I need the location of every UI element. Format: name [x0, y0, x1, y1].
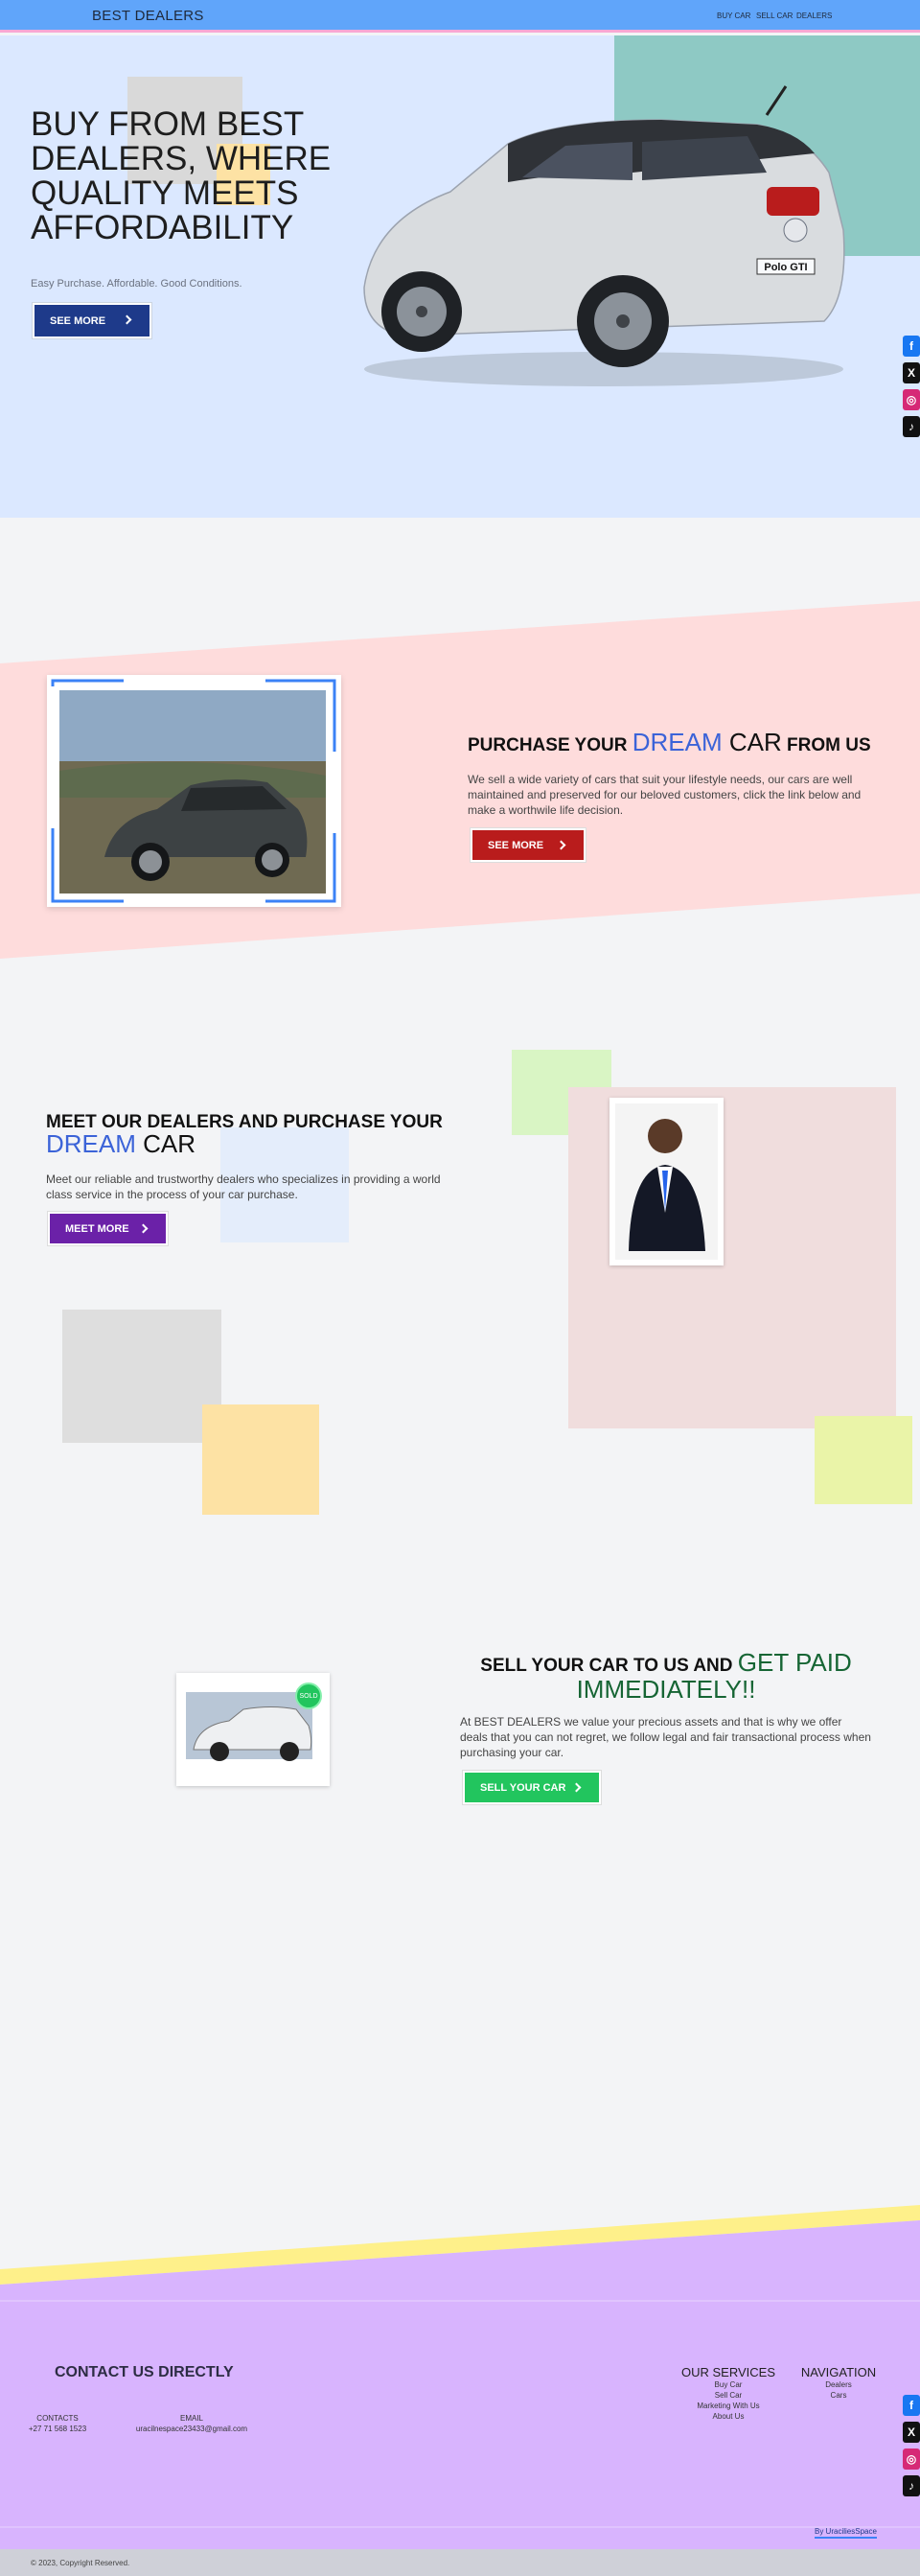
email-address[interactable]: uracilnespace23433@gmail.com	[134, 2425, 249, 2433]
brand-logo[interactable]: BEST DEALERS	[92, 8, 204, 24]
footer-link-cars[interactable]: Cars	[795, 2391, 882, 2400]
tiktok-icon[interactable]: ♪	[903, 2475, 920, 2496]
dealers-title: MEET OUR DEALERS AND PURCHASE YOUR DREAM…	[46, 1112, 443, 1158]
footer-link-buy-car[interactable]: Buy Car	[671, 2380, 786, 2389]
license-plate: Polo GTI	[764, 262, 807, 273]
decor-gray-square	[62, 1310, 221, 1443]
contacts-label: CONTACTS	[36, 2414, 79, 2423]
meet-more-label: MEET MORE	[65, 1222, 129, 1235]
purchase-image-card	[47, 675, 341, 907]
sell-image-card: SOLD	[176, 1673, 330, 1786]
nav-dealers[interactable]: DEALERS	[796, 12, 832, 20]
facebook-icon[interactable]: f	[903, 2395, 920, 2416]
navigation-title: NAVIGATION	[800, 2365, 877, 2379]
footer-link-marketing[interactable]: Marketing With Us	[671, 2402, 786, 2410]
footer-link-dealers[interactable]: Dealers	[795, 2380, 882, 2389]
decor-lime-square	[815, 1416, 912, 1504]
tiktok-icon[interactable]: ♪	[903, 416, 920, 437]
dealer-photo-card	[610, 1098, 724, 1265]
hero-car-image: Polo GTI	[363, 85, 845, 386]
chevron-right-icon	[122, 314, 132, 325]
meet-more-button[interactable]: MEET MORE	[50, 1214, 166, 1243]
contact-title: CONTACT US DIRECTLY	[55, 2364, 234, 2380]
chevron-right-icon	[571, 1782, 582, 1793]
sell-title: SELL YOUR CAR TO US AND GET PAID IMMEDIA…	[480, 1648, 852, 1704]
copyright-text: © 2023, Copyright Reserved.	[31, 2559, 130, 2567]
hero-subtitle: Easy Purchase. Affordable. Good Conditio…	[31, 278, 242, 290]
chevron-right-icon	[556, 840, 566, 850]
services-title: OUR SERVICES	[680, 2365, 775, 2379]
purchase-see-more-label: SEE MORE	[488, 839, 544, 851]
nav-buy-car[interactable]: BUY CAR	[717, 12, 750, 20]
hero-title: BUY FROM BEST DEALERS, WHERE QUALITY MEE…	[31, 105, 332, 246]
footer-link-sell-car[interactable]: Sell Car	[671, 2391, 786, 2400]
chevron-right-icon	[138, 1223, 149, 1234]
nav-sell-car[interactable]: SELL CAR	[756, 12, 793, 20]
credit-link[interactable]: By UraciliesSpace	[815, 2527, 877, 2539]
contacts-phone[interactable]: +27 71 568 1523	[19, 2425, 96, 2433]
sell-your-car-button[interactable]: SELL YOUR CAR	[465, 1773, 599, 1802]
sell-description: At BEST DEALERS we value your precious a…	[460, 1715, 871, 1759]
x-icon[interactable]: X	[903, 2422, 920, 2443]
purchase-description: We sell a wide variety of cars that suit…	[468, 773, 862, 817]
email-label: EMAIL	[179, 2414, 203, 2423]
decor-yellow-square	[202, 1404, 319, 1515]
footer-link-about-us[interactable]: About Us	[671, 2412, 786, 2421]
see-more-button[interactable]: SEE MORE	[34, 305, 150, 337]
copyright-bar	[0, 2549, 920, 2576]
sell-your-car-label: SELL YOUR CAR	[480, 1781, 566, 1794]
instagram-icon[interactable]: ◎	[903, 2448, 920, 2470]
sold-badge: SOLD	[295, 1683, 322, 1709]
x-icon[interactable]: X	[903, 362, 920, 383]
purchase-see-more-button[interactable]: SEE MORE	[472, 830, 584, 860]
instagram-icon[interactable]: ◎	[903, 389, 920, 410]
facebook-icon[interactable]: f	[903, 336, 920, 357]
purchase-title: PURCHASE YOUR DREAM CAR FROM US	[468, 728, 871, 756]
see-more-label: SEE MORE	[50, 314, 106, 327]
dealers-description: Meet our reliable and trustworthy dealer…	[46, 1172, 441, 1201]
